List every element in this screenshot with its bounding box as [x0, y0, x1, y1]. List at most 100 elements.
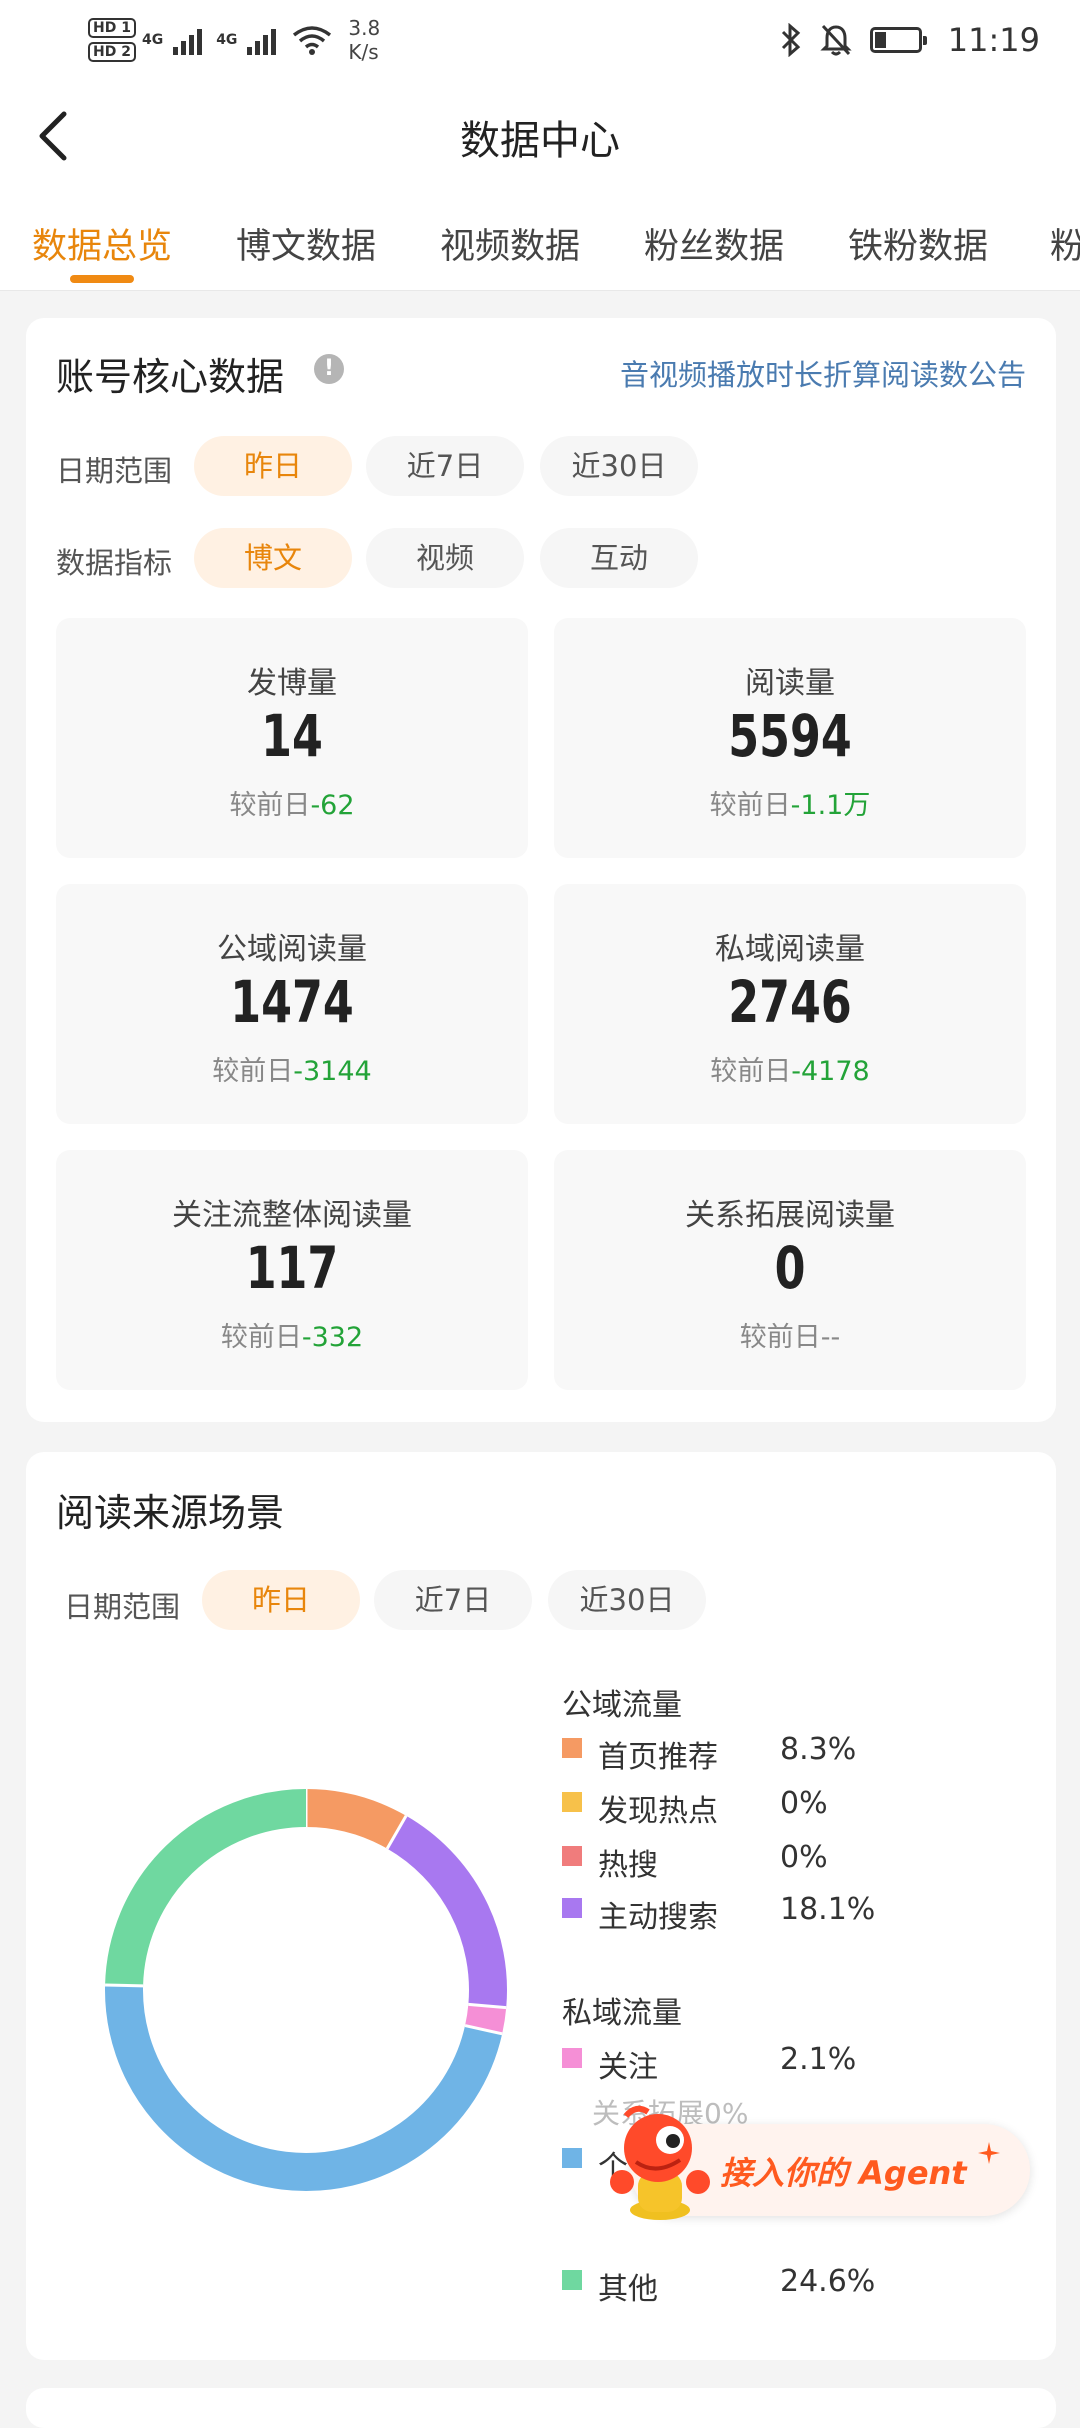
source-7d-pill[interactable]: 近7日	[374, 1570, 532, 1630]
status-bar-left: HD 1 HD 2 4G 4G 3.8 K/s	[88, 10, 380, 70]
compare-change: --	[820, 1322, 841, 1353]
legend-value: 2.1%	[780, 2042, 857, 2077]
tab-posts[interactable]: 博文数据	[236, 218, 376, 269]
metric-compare: 较前日--	[554, 1315, 1026, 1354]
metric-compare: 较前日-1.1万	[554, 783, 1026, 822]
private-traffic-heading: 私域流量	[562, 1996, 682, 2031]
page-title: 数据中心	[460, 118, 620, 164]
metric-value: 2746	[728, 968, 852, 1036]
info-icon[interactable]: !	[314, 354, 344, 384]
wifi-icon	[293, 26, 332, 55]
metric-posts-pill[interactable]: 博文	[194, 528, 352, 588]
legend-swatch	[562, 2148, 582, 2168]
donut-separator-7	[105, 1983, 144, 1988]
metric-card-private-reads: 私域阅读量 2746 较前日-4178	[554, 884, 1026, 1124]
legend-value: 0%	[780, 1786, 828, 1821]
signal-icon	[173, 25, 203, 55]
source-30d-pill[interactable]: 近30日	[548, 1570, 706, 1630]
sparkle-icon	[978, 2142, 1000, 2164]
agent-button-label: 接入你的 Agent	[720, 2154, 967, 2192]
metric-value: 1474	[230, 968, 354, 1036]
tab-fans[interactable]: 粉丝数据	[644, 218, 784, 269]
metric-label: 私域阅读量	[715, 932, 865, 967]
legend-name: 发现热点	[598, 1794, 718, 1829]
compare-change: -62	[310, 790, 355, 821]
metric-interact-pill[interactable]: 互动	[540, 528, 698, 588]
metric-label: 关系拓展阅读量	[685, 1198, 895, 1233]
net-speed: 3.8 K/s	[348, 16, 380, 64]
net-speed-value: 3.8	[348, 16, 381, 40]
tab-iron-fans[interactable]: 铁粉数据	[848, 218, 988, 269]
metric-label: 公域阅读量	[217, 932, 367, 967]
donut-slice-7	[105, 1789, 307, 1987]
metric-value: 5594	[728, 702, 852, 770]
metric-value: 14	[261, 702, 323, 770]
core-data-title: 账号核心数据	[56, 355, 285, 399]
compare-change: -1.1万	[790, 790, 871, 821]
metric-compare: 较前日-62	[56, 783, 528, 822]
legend-value: 8.3%	[780, 1732, 857, 1767]
notice-link[interactable]: 音视频播放时长折算阅读数公告	[620, 352, 1026, 394]
legend-name: 其他	[598, 2272, 658, 2307]
bluetooth-icon	[781, 23, 800, 57]
hd-indicator: HD 1 HD 2	[88, 18, 136, 62]
metric-label: 阅读量	[745, 666, 835, 701]
hd1-badge: HD 1	[88, 18, 136, 38]
donut-slice-4	[465, 2004, 507, 2034]
date-7d-pill[interactable]: 近7日	[366, 436, 524, 496]
legend-value: 18.1%	[780, 1892, 876, 1927]
tab-video[interactable]: 视频数据	[440, 218, 580, 269]
metric-card-public-reads: 公域阅读量 1474 较前日-3144	[56, 884, 528, 1124]
metric-card-follow-feed: 关注流整体阅读量 117 较前日-332	[56, 1150, 528, 1390]
metric-type-label: 数据指标	[56, 546, 173, 580]
legend-name: 主动搜索	[598, 1900, 718, 1935]
metric-compare: 较前日-4178	[554, 1049, 1026, 1088]
tab-more[interactable]: 粉	[1050, 218, 1080, 269]
compare-change: -332	[301, 1322, 364, 1353]
legend-value: 24.6%	[780, 2264, 876, 2299]
metric-compare: 较前日-332	[56, 1315, 528, 1354]
net-speed-unit: K/s	[348, 40, 379, 64]
next-card-peek	[26, 2388, 1056, 2428]
compare-prefix: 较前日	[220, 1322, 302, 1353]
date-yesterday-pill[interactable]: 昨日	[194, 436, 352, 496]
tab-active-indicator	[70, 275, 134, 283]
donut-slice-6	[105, 1984, 503, 2191]
tab-bar: 数据总览 博文数据 视频数据 粉丝数据 铁粉数据 粉	[0, 190, 1080, 291]
compare-prefix: 较前日	[229, 790, 311, 821]
mascot-icon	[610, 2105, 710, 2220]
read-source-donut-chart	[105, 1789, 507, 2191]
compare-change: -3144	[293, 1056, 372, 1087]
battery-icon	[869, 27, 927, 53]
sig2-label: 4G	[216, 32, 238, 48]
metric-label: 关注流整体阅读量	[172, 1198, 412, 1233]
legend-name: 热搜	[598, 1848, 658, 1883]
clock: 11:19	[947, 21, 1040, 59]
tab-overview[interactable]: 数据总览	[32, 218, 172, 269]
donut-slice-0	[305, 1789, 407, 1849]
status-bar-right: 11:19	[780, 18, 1040, 62]
signal-icon-2	[247, 25, 277, 55]
metric-card-posts: 发博量 14 较前日-62	[56, 618, 528, 858]
metric-value: 117	[245, 1234, 339, 1302]
metric-label: 发博量	[247, 666, 337, 701]
read-source-title: 阅读来源场景	[56, 1491, 285, 1535]
legend-name: 关注	[598, 2050, 658, 2085]
compare-change: -4178	[791, 1056, 870, 1087]
compare-prefix: 较前日	[212, 1056, 294, 1087]
sig1-label: 4G	[141, 32, 164, 48]
legend-name: 首页推荐	[598, 1740, 718, 1775]
metric-card-reads: 阅读量 5594 较前日-1.1万	[554, 618, 1026, 858]
public-traffic-heading: 公域流量	[562, 1688, 682, 1723]
metric-video-pill[interactable]: 视频	[366, 528, 524, 588]
source-yesterday-pill[interactable]: 昨日	[202, 1570, 360, 1630]
donut-slice-3	[386, 1815, 507, 2008]
legend-swatch	[562, 1738, 582, 1758]
legend-swatch	[562, 1898, 582, 1918]
legend-value: 0%	[780, 1840, 828, 1875]
date-30d-pill[interactable]: 近30日	[540, 436, 698, 496]
legend-swatch	[562, 1846, 582, 1866]
date-range-label: 日期范围	[56, 454, 173, 488]
source-date-label: 日期范围	[64, 1590, 181, 1624]
bell-muted-icon	[820, 24, 852, 56]
